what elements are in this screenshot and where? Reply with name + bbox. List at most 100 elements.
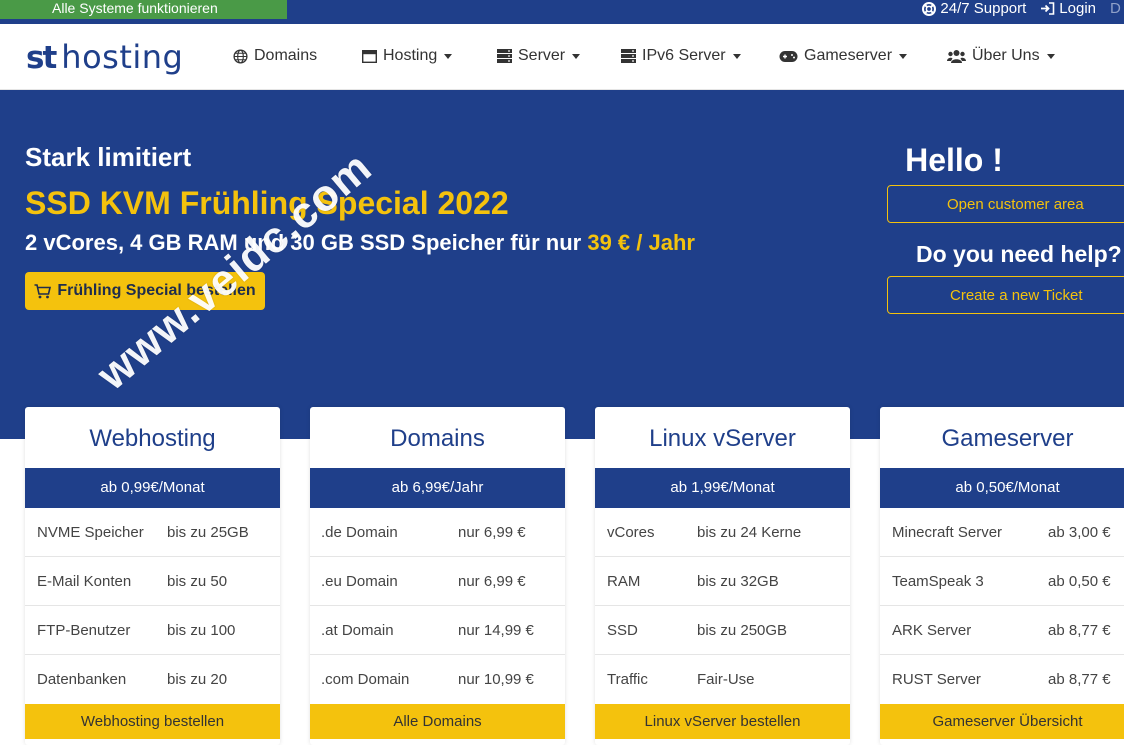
feature-value: ab 3,00 € <box>1048 523 1111 541</box>
feature-row: ARK Server ab 8,77 € <box>880 606 1124 655</box>
feature-name: TeamSpeak 3 <box>892 572 984 590</box>
feature-row: E-Mail Konten bis zu 50 <box>25 557 280 606</box>
logo-st: st <box>26 40 57 76</box>
chevron-down-icon <box>1046 53 1055 59</box>
nav-ueber-uns-label: Über Uns <box>972 47 1040 64</box>
sign-in-icon <box>1041 2 1055 15</box>
feature-value: ab 8,77 € <box>1048 621 1111 639</box>
nav-domains[interactable]: Domains <box>233 47 317 65</box>
gamepad-icon <box>779 50 798 62</box>
feature-row: .com Domain nur 10,99 € <box>310 655 565 704</box>
nav-server[interactable]: Server <box>497 47 581 65</box>
feature-value: nur 6,99 € <box>458 523 526 541</box>
top-bar: Alle Systeme funktionieren 24/7 Support … <box>0 0 1124 24</box>
all-domains-button[interactable]: Alle Domains <box>310 704 565 739</box>
card-title: Gameserver <box>941 425 1074 452</box>
globe-icon <box>233 48 248 64</box>
hero-subtitle: 2 vCores, 4 GB RAM und 30 GB SSD Speiche… <box>25 230 695 255</box>
product-card-gameserver: Gameserver ab 0,50€/Monat Minecraft Serv… <box>880 407 1124 745</box>
top-links: 24/7 Support Login D <box>922 0 1124 17</box>
help-heading: Do you need help? <box>916 241 1122 267</box>
chevron-down-icon <box>899 53 908 59</box>
feature-name: Datenbanken <box>37 671 127 688</box>
system-status-text: Alle Systeme funktionieren <box>52 0 218 16</box>
nav-gameserver-label: Gameserver <box>804 47 893 64</box>
support-label: 24/7 Support <box>940 0 1027 17</box>
chevron-down-icon <box>572 53 581 59</box>
language-switch[interactable]: D <box>1110 0 1124 17</box>
login-label: Login <box>1059 0 1096 17</box>
nav-hosting[interactable]: Hosting <box>362 47 453 65</box>
feature-value: bis zu 50 <box>167 572 228 590</box>
hero-kicker: Stark limitiert <box>25 142 192 172</box>
card-title: Domains <box>390 425 485 452</box>
feature-value: nur 14,99 € <box>458 621 534 639</box>
nav-server-label: Server <box>518 47 566 64</box>
card-price: ab 0,99€/Monat <box>25 468 280 508</box>
feature-row: RUST Server ab 8,77 € <box>880 655 1124 704</box>
login-link[interactable]: Login <box>1040 0 1096 17</box>
logo-hosting: hosting <box>61 38 184 76</box>
server-icon <box>621 49 636 63</box>
feature-name: SSD <box>607 621 638 639</box>
card-price: ab 0,50€/Monat <box>880 468 1124 508</box>
feature-row: Datenbanken bis zu 20 <box>25 655 280 704</box>
users-icon <box>947 50 966 63</box>
feature-value: bis zu 250GB <box>697 621 788 639</box>
feature-name: ARK Server <box>892 621 972 639</box>
open-customer-area-label: Open customer area <box>947 195 1084 213</box>
chevron-down-icon <box>732 53 741 59</box>
feature-name: vCores <box>607 523 655 541</box>
product-card-webhosting: Webhosting ab 0,99€/Monat NVME Speicher b… <box>25 407 280 745</box>
card-title: Webhosting <box>89 425 216 452</box>
system-status-badge[interactable]: Alle Systeme funktionieren <box>0 0 287 19</box>
open-customer-area-button[interactable]: Open customer area <box>887 185 1124 223</box>
nav-domains-label: Domains <box>254 47 318 64</box>
card-price: ab 6,99€/Jahr <box>310 468 565 508</box>
webhosting-order-button[interactable]: Webhosting bestellen <box>25 704 280 739</box>
feature-row: .de Domain nur 6,99 € <box>310 508 565 557</box>
feature-name: FTP-Benutzer <box>37 621 131 639</box>
feature-row: TeamSpeak 3 ab 0,50 € <box>880 557 1124 606</box>
feature-name: Minecraft Server <box>892 523 1003 541</box>
feature-row: Minecraft Server ab 3,00 € <box>880 508 1124 557</box>
feature-value: bis zu 100 <box>167 621 236 639</box>
gameserver-overview-button[interactable]: Gameserver Übersicht <box>880 704 1124 739</box>
feature-row: .eu Domain nur 6,99 € <box>310 557 565 606</box>
nav-gameserver[interactable]: Gameserver <box>779 47 908 65</box>
window-icon <box>362 49 377 63</box>
feature-name: .de Domain <box>321 523 398 541</box>
feature-value: bis zu 32GB <box>697 572 779 590</box>
feature-value: bis zu 25GB <box>167 523 249 541</box>
feature-name: RUST Server <box>892 671 981 688</box>
server-icon <box>497 49 512 63</box>
feature-name: .at Domain <box>321 621 394 639</box>
feature-value: bis zu 20 <box>167 671 228 688</box>
support-link[interactable]: 24/7 Support <box>922 0 1026 17</box>
product-card-domains: Domains ab 6,99€/Jahr .de Domain nur 6,99… <box>310 407 565 745</box>
create-ticket-button[interactable]: Create a new Ticket <box>887 276 1124 314</box>
feature-name: E-Mail Konten <box>37 572 132 590</box>
product-card-linux-vserver: Linux vServer ab 1,99€/Monat vCores bis z… <box>595 407 850 745</box>
feature-value: bis zu 24 Kerne <box>697 523 802 541</box>
nav-ueber-uns[interactable]: Über Uns <box>947 47 1055 65</box>
nav-ipv6-server-label: IPv6 Server <box>642 47 726 64</box>
hello-heading: Hello ! <box>905 142 1003 178</box>
feature-row: FTP-Benutzer bis zu 100 <box>25 606 280 655</box>
feature-row: NVME Speicher bis zu 25GB <box>25 508 280 557</box>
feature-name: NVME Speicher <box>37 523 144 541</box>
site-logo[interactable]: st hosting <box>26 38 183 76</box>
feature-row: vCores bis zu 24 Kerne <box>595 508 850 557</box>
feature-name: .com Domain <box>321 671 410 688</box>
feature-value: Fair-Use <box>697 671 755 688</box>
nav-ipv6-server[interactable]: IPv6 Server <box>621 47 741 65</box>
feature-name: RAM <box>607 572 641 590</box>
linux-vserver-order-button[interactable]: Linux vServer bestellen <box>595 704 850 739</box>
feature-value: nur 6,99 € <box>458 572 526 590</box>
feature-value: ab 8,77 € <box>1048 671 1111 688</box>
feature-value: nur 10,99 € <box>458 671 534 688</box>
feature-name: .eu Domain <box>321 572 398 590</box>
feature-row: RAM bis zu 32GB <box>595 557 850 606</box>
card-title: Linux vServer <box>649 425 796 452</box>
feature-row: .at Domain nur 14,99 € <box>310 606 565 655</box>
